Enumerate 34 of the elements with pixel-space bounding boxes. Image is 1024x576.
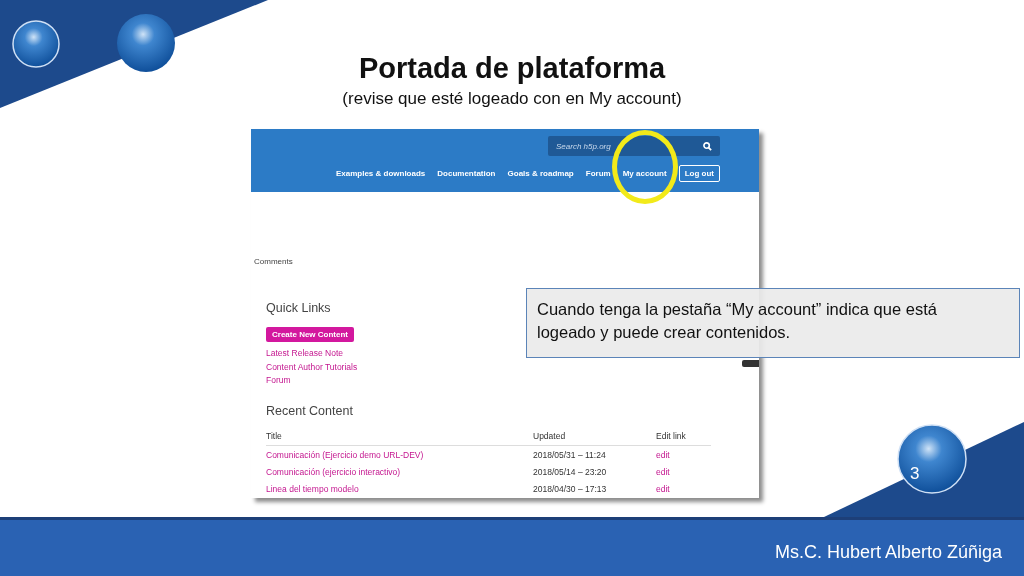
table-cell-text: 2018/05/31 – 11:24 <box>533 448 607 462</box>
nav-link[interactable]: Forum <box>585 169 611 178</box>
content-title-link[interactable]: Linea del tiempo modelo <box>266 480 533 498</box>
section-heading: Recent Content <box>266 403 353 418</box>
feedback-tab[interactable] <box>742 360 759 367</box>
search-icon <box>703 141 712 151</box>
comments-label: Comments <box>254 257 294 266</box>
content-title-link[interactable]: Comunicación (ejercicio interactivo) <box>266 463 533 481</box>
author-name: Ms.C. Hubert Alberto Zúñiga <box>774 540 1002 563</box>
column-header: Title <box>266 429 283 443</box>
column-header: Edit link <box>656 429 687 443</box>
edit-link[interactable]: edit <box>656 446 711 464</box>
quick-link[interactable]: Content Author Tutorials <box>266 360 358 374</box>
search-field[interactable]: Search h5p.org <box>548 136 720 156</box>
logout-button[interactable]: Log out <box>678 165 720 182</box>
nav-link[interactable]: Examples & downloads <box>335 169 426 178</box>
table-cell-text: 2018/04/30 – 17:13 <box>533 482 608 496</box>
slide-title: Portada de plataforma <box>357 52 667 85</box>
slide-number: 3 <box>910 464 920 484</box>
nav-link[interactable]: Goals & roadmap <box>507 169 574 178</box>
quick-link[interactable]: Forum <box>266 374 291 388</box>
content-title-link[interactable]: Comunicación (Ejercicio demo URL-DEV) <box>266 446 533 464</box>
quick-link[interactable]: Latest Release Note <box>266 347 344 361</box>
create-content-button[interactable]: Create New Content <box>266 327 354 342</box>
table-cell-text: 2018/05/14 – 23:20 <box>533 465 608 479</box>
edit-link[interactable]: edit <box>656 480 711 498</box>
search-input[interactable]: Search h5p.org <box>556 141 703 151</box>
edit-link[interactable]: edit <box>656 463 711 481</box>
nav-link[interactable]: My account <box>622 169 667 178</box>
callout-text: Cuando tenga la pestaña “My account” indica que está logeado y puede crear contenidos. <box>537 299 938 343</box>
column-header: Updated <box>533 429 567 443</box>
section-heading: Quick Links <box>266 301 331 315</box>
slide-subtitle: (revise que esté logeado con en My account) <box>341 89 683 109</box>
nav-link[interactable]: Documentation <box>437 169 496 178</box>
